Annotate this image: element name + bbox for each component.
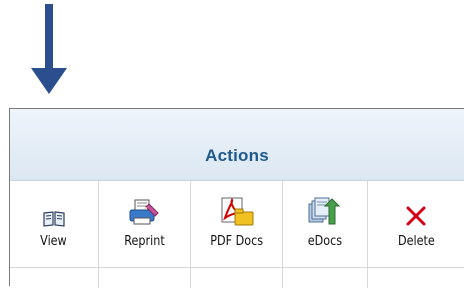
actions-title: Actions bbox=[205, 145, 269, 165]
pdf-icon bbox=[219, 194, 255, 228]
edocs-button[interactable]: eDocs bbox=[283, 181, 369, 267]
reprint-icon bbox=[127, 194, 161, 228]
actions-header: Actions bbox=[10, 109, 464, 181]
close-icon bbox=[404, 194, 428, 228]
empty-cell bbox=[191, 268, 284, 288]
pdf-docs-button[interactable]: PDF Docs bbox=[191, 181, 284, 267]
empty-cell bbox=[10, 268, 99, 288]
view-label: View bbox=[40, 234, 68, 249]
delete-button[interactable]: Delete bbox=[368, 181, 464, 267]
reprint-label: Reprint bbox=[123, 234, 165, 249]
reprint-button[interactable]: Reprint bbox=[99, 181, 191, 267]
delete-label: Delete bbox=[397, 234, 435, 249]
empty-cell bbox=[283, 268, 369, 288]
empty-cell bbox=[99, 268, 191, 288]
book-icon bbox=[42, 194, 66, 228]
edocs-icon bbox=[307, 194, 343, 228]
actions-row-empty bbox=[10, 268, 464, 288]
edocs-label: eDocs bbox=[308, 234, 343, 249]
view-button[interactable]: View bbox=[10, 181, 99, 267]
arrow-down-icon bbox=[31, 4, 67, 94]
actions-row: View Reprint PDF Docs eDocs Delete bbox=[10, 181, 464, 268]
actions-panel: Actions View Reprint PDF Docs eDocs Dele… bbox=[9, 108, 464, 288]
pdf-docs-label: PDF Docs bbox=[210, 234, 263, 249]
empty-cell bbox=[368, 268, 464, 288]
